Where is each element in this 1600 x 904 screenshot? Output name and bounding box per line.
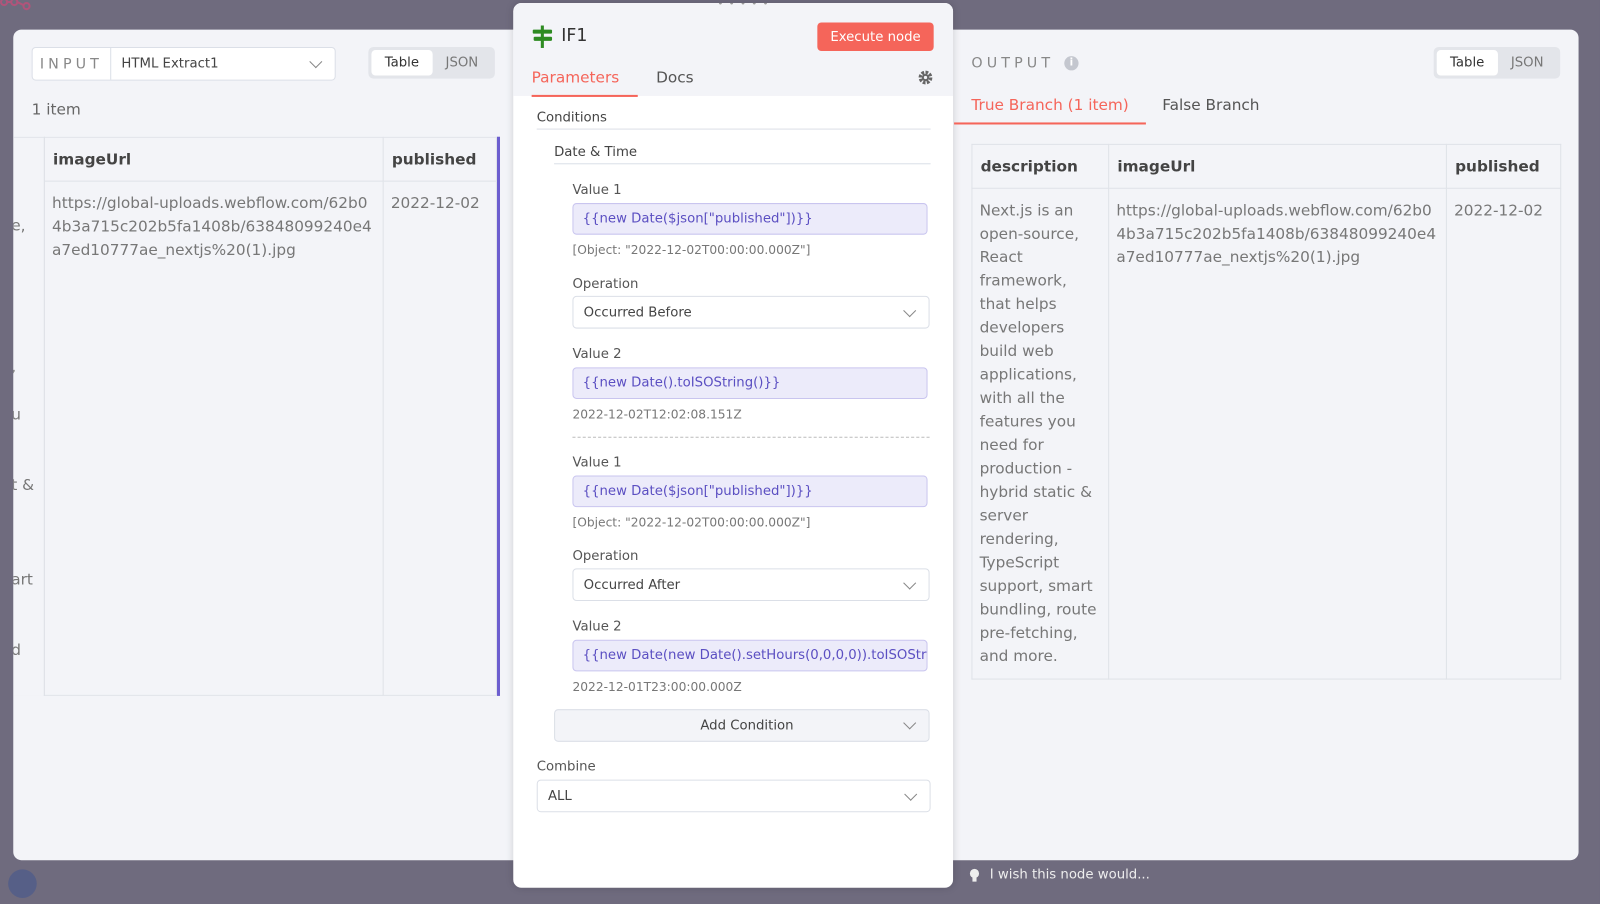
chevron-down-icon xyxy=(903,716,917,730)
table-header-row: description imageUrl published xyxy=(971,143,1562,189)
input-source-value: HTML Extract1 xyxy=(121,56,219,72)
output-table: description imageUrl published Next.js i… xyxy=(971,143,1562,680)
column-header: published xyxy=(382,136,497,182)
feedback-link[interactable]: I wish this node would... xyxy=(969,867,1150,883)
column-header: imageUrl xyxy=(43,136,384,182)
value2-preview: 2022-12-01T23:00:00.000Z xyxy=(572,679,742,694)
column-header: imageUrl xyxy=(1108,143,1447,189)
column-header: description xyxy=(971,143,1110,189)
cell-imageurl: https://global-uploads.webflow.com/62b04… xyxy=(1108,187,1447,680)
tab-docs[interactable]: Docs xyxy=(656,68,694,86)
tab-parameters[interactable]: Parameters xyxy=(531,68,638,97)
output-label: OUTPUT xyxy=(971,55,1055,72)
date-time-heading: Date & Time xyxy=(554,145,931,165)
table-header-row: imageUrl published xyxy=(43,136,497,182)
input-json-button[interactable]: JSON xyxy=(432,50,491,76)
lightbulb-icon xyxy=(969,868,980,882)
input-table-button[interactable]: Table xyxy=(371,49,433,76)
value2-expression-input[interactable]: {{new Date().toISOString()}} xyxy=(572,367,928,399)
node-title[interactable]: IF1 xyxy=(561,26,587,46)
conditions-heading: Conditions xyxy=(536,110,931,130)
avatar[interactable] xyxy=(8,869,37,898)
execute-node-button[interactable]: Execute node xyxy=(817,22,934,52)
condition-divider xyxy=(572,436,930,438)
cell-published: 2022-12-02 xyxy=(1445,187,1562,680)
value1-preview: [Object: "2022-12-02T00:00:00.000Z"] xyxy=(572,242,811,258)
gear-icon[interactable] xyxy=(917,69,933,85)
chevron-down-icon xyxy=(903,303,917,317)
value1-expression-input[interactable]: {{new Date($json["published"])}} xyxy=(572,203,928,235)
value1-expression-input[interactable]: {{new Date($json["published"])}} xyxy=(572,475,928,508)
table-row: Next.js is an open-source, React framewo… xyxy=(971,187,1562,680)
table-row: https://global-uploads.webflow.com/62b04… xyxy=(43,180,497,696)
cell-imageurl: https://global-uploads.webflow.com/62b04… xyxy=(43,180,384,696)
combine-select[interactable]: ALL xyxy=(536,779,931,813)
output-table-button[interactable]: Table xyxy=(1436,49,1498,76)
add-condition-button[interactable]: Add Condition xyxy=(554,709,930,742)
input-view-toggle[interactable]: Table JSON xyxy=(368,46,495,79)
input-table: e, , u t & art d imageUrl published http… xyxy=(13,136,500,696)
tab-false-branch[interactable]: False Branch xyxy=(1162,96,1259,114)
n8n-logo-icon[interactable] xyxy=(0,0,45,14)
output-view-toggle[interactable]: Table JSON xyxy=(1433,46,1560,79)
value2-preview: 2022-12-02T12:02:08.151Z xyxy=(572,407,742,422)
drag-handle[interactable]: • • • • • xyxy=(717,3,769,10)
input-node-select[interactable]: INPUT HTML Extract1 xyxy=(31,46,336,81)
node-parameters-panel: • • • • • IF1 Execute node Parameters Do… xyxy=(513,3,954,888)
value2-expression-input[interactable]: {{new Date(new Date().setHours(0,0,0,0))… xyxy=(572,639,928,672)
output-json-button[interactable]: JSON xyxy=(1498,50,1557,76)
combine-label: Combine xyxy=(536,759,596,775)
cell-description: Next.js is an open-source, React framewo… xyxy=(971,187,1110,680)
value2-label: Value 2 xyxy=(572,346,622,363)
input-item-count: 1 item xyxy=(31,99,81,119)
operation-select[interactable]: Occurred Before xyxy=(572,295,930,329)
value1-label: Value 1 xyxy=(572,455,622,471)
column-header: published xyxy=(1445,143,1562,189)
partial-description-column: e, , u t & art d xyxy=(13,136,45,696)
chevron-down-icon xyxy=(903,576,917,590)
operation-select[interactable]: Occurred After xyxy=(572,568,930,602)
chevron-down-icon xyxy=(309,55,323,69)
input-label: INPUT xyxy=(33,47,112,80)
signpost-icon xyxy=(532,25,553,48)
value2-label: Value 2 xyxy=(572,619,622,635)
tab-true-branch[interactable]: True Branch (1 item) xyxy=(954,96,1147,125)
info-icon[interactable]: i xyxy=(1064,56,1079,71)
cell-published: 2022-12-02 xyxy=(382,180,497,696)
value1-preview: [Object: "2022-12-02T00:00:00.000Z"] xyxy=(572,515,811,530)
value1-label: Value 1 xyxy=(572,182,622,198)
operation-label: Operation xyxy=(572,276,639,292)
operation-label: Operation xyxy=(572,548,639,565)
chevron-down-icon xyxy=(904,787,918,801)
